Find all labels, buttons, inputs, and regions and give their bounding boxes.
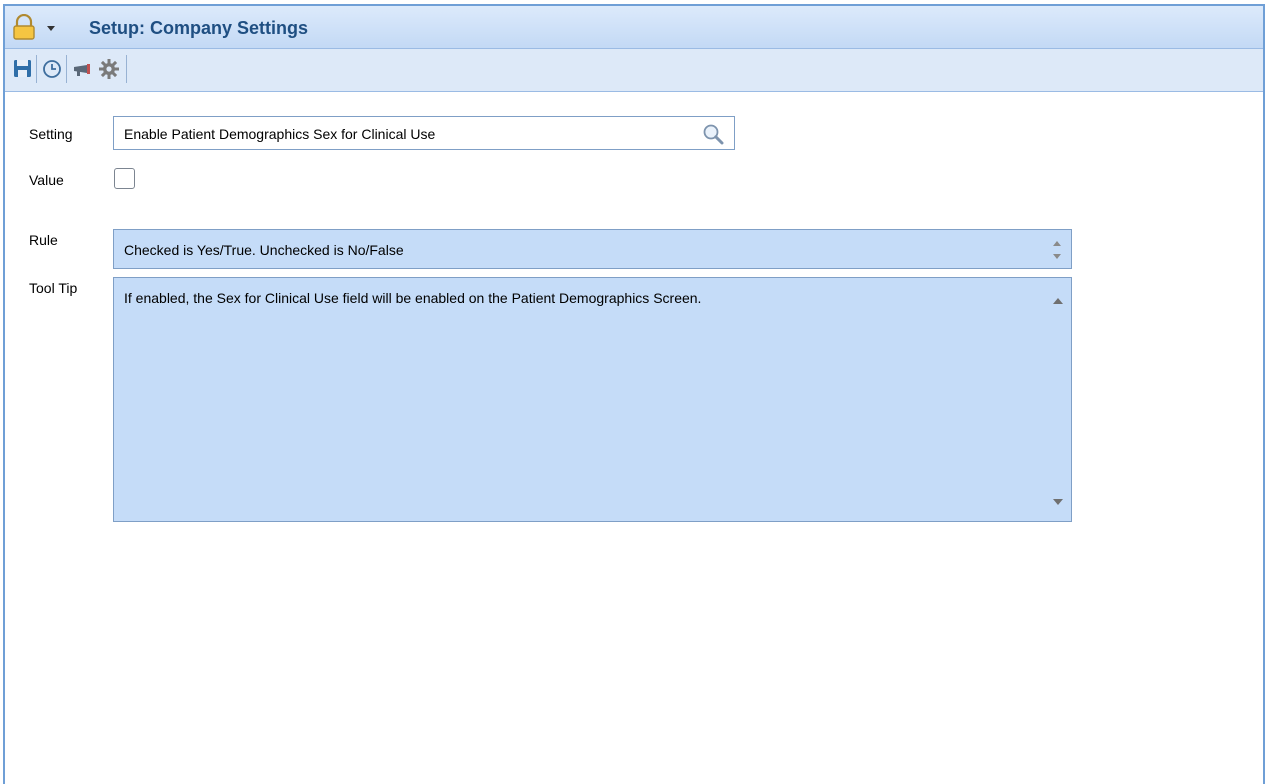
toolbar-separator [66,55,67,83]
history-icon [43,60,61,78]
settings-button[interactable] [97,55,121,81]
lock-icon [13,13,55,40]
title-bar: Setup: Company Settings [5,6,1263,49]
scroll-up-arrow-icon[interactable] [1051,294,1065,306]
history-button[interactable] [40,55,64,81]
value-label: Value [29,172,64,188]
up-down-arrows-icon [1053,241,1061,259]
tooltip-label: Tool Tip [29,280,78,296]
toolbar-separator [126,55,127,83]
gear-icon [99,59,119,79]
announcement-button[interactable] [71,55,95,81]
tooltip-value: If enabled, the Sex for Clinical Use fie… [124,290,702,306]
setting-field[interactable]: Enable Patient Demographics Sex for Clin… [113,116,735,150]
rule-field: Checked is Yes/True. Unchecked is No/Fal… [113,229,1072,269]
toolbar-separator [36,55,37,83]
setting-value: Enable Patient Demographics Sex for Clin… [124,126,436,142]
setting-label: Setting [29,126,73,142]
toolbar [5,49,1263,92]
rule-label: Rule [29,232,58,248]
rule-scroll-arrows[interactable] [1051,236,1063,264]
value-checkbox[interactable] [114,168,135,189]
save-icon [14,60,31,77]
company-settings-window: Setup: Company Settings Setting Enable P… [3,4,1265,784]
chevron-down-icon [47,26,55,31]
megaphone-icon [74,64,90,76]
save-button[interactable] [11,55,35,81]
rule-value: Checked is Yes/True. Unchecked is No/Fal… [124,242,404,258]
tooltip-field: If enabled, the Sex for Clinical Use fie… [113,277,1072,522]
scroll-down-arrow-icon[interactable] [1051,495,1065,507]
window-title: Setup: Company Settings [89,18,309,38]
lock-menu-button[interactable] [11,13,73,40]
search-icon[interactable] [702,123,724,145]
